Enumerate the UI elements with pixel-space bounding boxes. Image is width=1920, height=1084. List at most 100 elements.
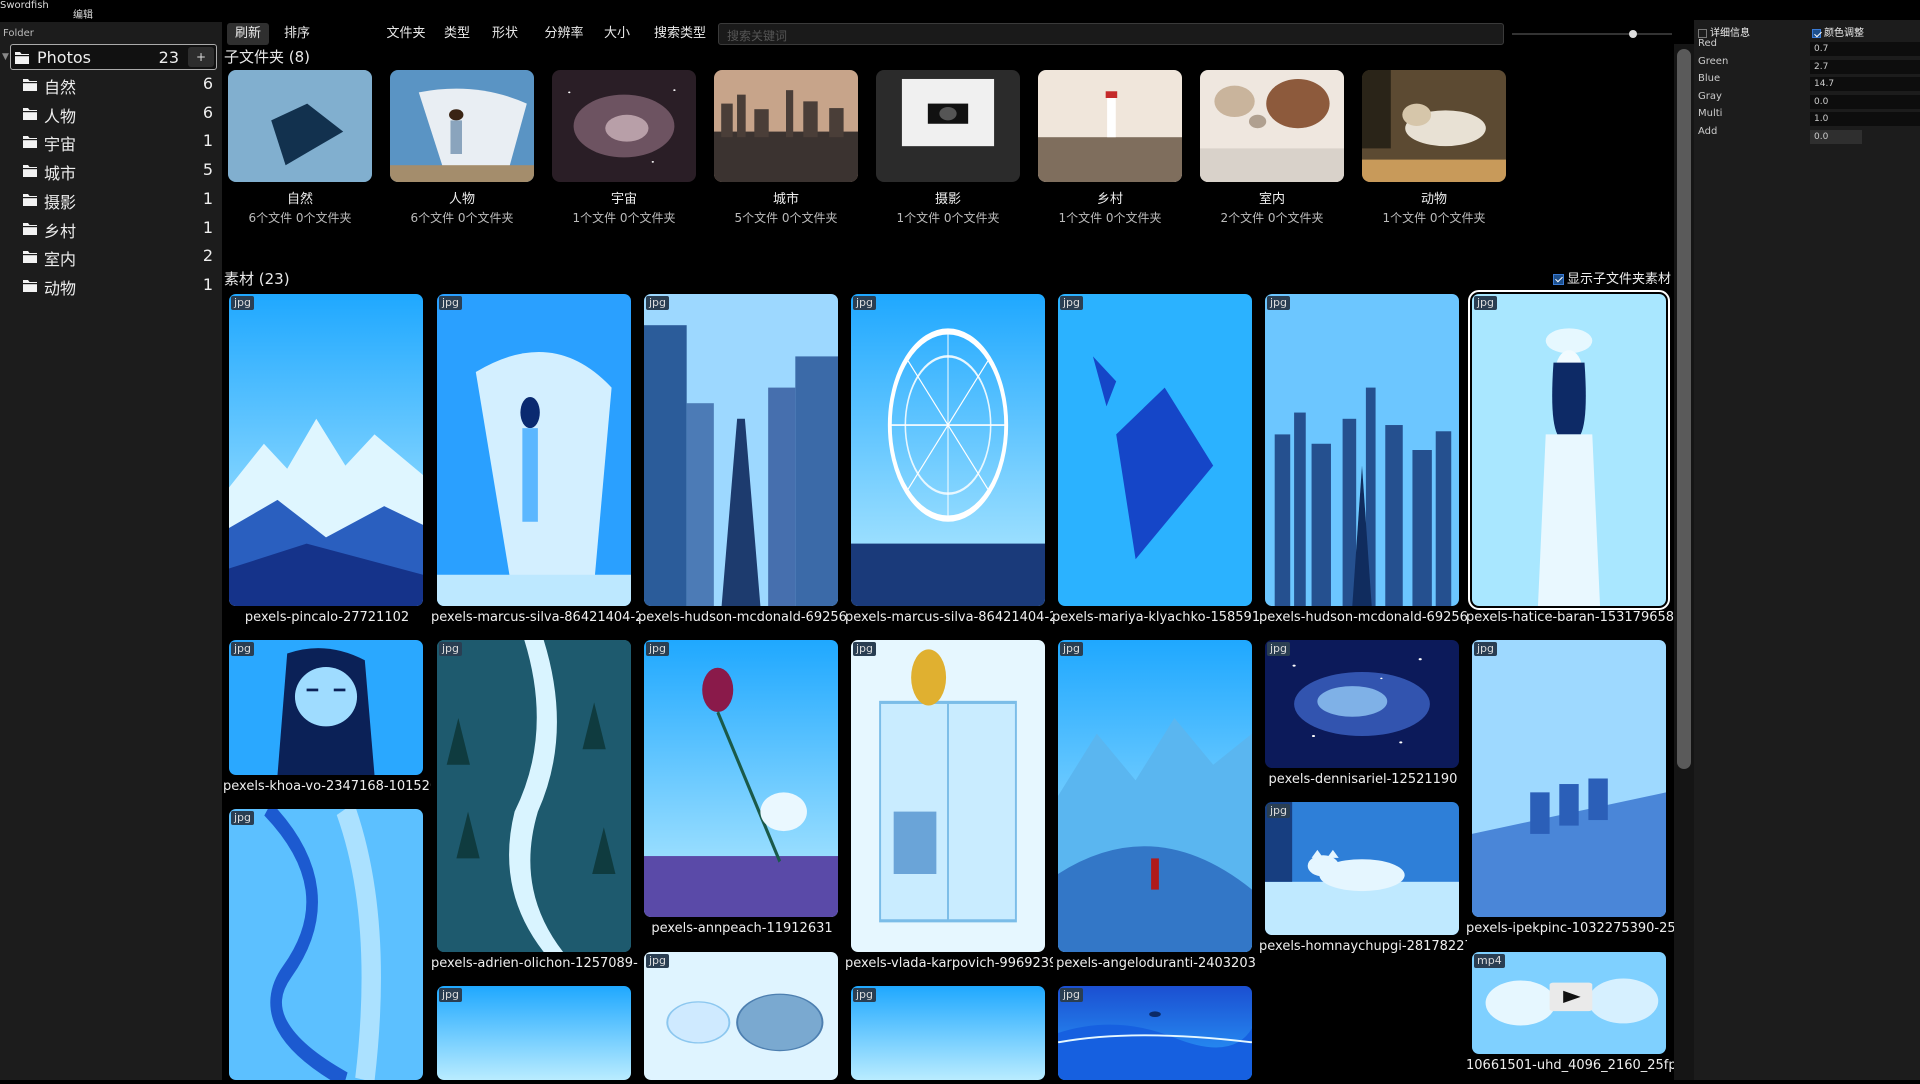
asset-tile[interactable]: jpg pexels-adrien-olichon-1257089-18 [431,640,639,982]
adjust-value-field[interactable]: 14.7 [1810,77,1920,91]
asset-thumbnail[interactable] [851,294,1045,606]
asset-thumbnail[interactable] [851,986,1045,1080]
filter-folder-button[interactable]: 文件夹 [385,23,427,45]
scrollbar-thumb[interactable] [1677,49,1691,769]
asset-thumbnail[interactable] [229,640,423,775]
asset-thumbnail[interactable] [644,294,838,606]
folder-card[interactable]: 室内 2个文件 0个文件夹 [1200,70,1344,226]
folder-card[interactable]: 摄影 1个文件 0个文件夹 [876,70,1020,226]
color-adjust-toggle[interactable]: 颜色调整 [1812,24,1864,39]
asset-tile[interactable]: jpg [437,986,631,1080]
asset-thumbnail[interactable] [1265,802,1459,935]
asset-thumbnail[interactable] [1058,986,1252,1080]
search-input[interactable]: 搜索关键词 [718,23,1504,45]
asset-thumbnail[interactable] [1472,640,1666,917]
tree-item[interactable]: 室内 2 [20,244,218,270]
adjust-value-field[interactable]: 0.0 [1810,94,1920,109]
adjust-value-field[interactable]: 2.7 [1810,59,1920,74]
folder-card[interactable]: 人物 6个文件 0个文件夹 [390,70,534,226]
asset-thumbnail[interactable] [851,640,1045,952]
asset-tile[interactable]: jpg pexels-dennisariel-12521190 [1265,640,1459,798]
asset-caption: 10661501-uhd_4096_2160_25fps [1466,1058,1674,1073]
folder-thumbnail[interactable] [1362,70,1506,182]
tree-item[interactable]: 摄影 1 [20,187,218,213]
asset-tile[interactable]: jpg pexels-marcus-silva-86421404-27 [431,294,639,636]
tree-item[interactable]: 城市 5 [20,158,218,184]
folder-card[interactable]: 动物 1个文件 0个文件夹 [1362,70,1506,226]
folder-thumbnail[interactable] [228,70,372,182]
asset-thumbnail[interactable] [229,294,423,606]
tree-item[interactable]: 宇宙 1 [20,129,218,155]
asset-thumbnail[interactable] [1058,294,1252,606]
asset-tile[interactable]: jpg pexels-mariya-klyachko-15859114 [1052,294,1260,636]
show-subfolder-assets-toggle[interactable]: 显示子文件夹素材 [1553,268,1671,287]
folder-thumbnail[interactable] [390,70,534,182]
folder-card[interactable]: 自然 6个文件 0个文件夹 [228,70,372,226]
adjust-value-field[interactable]: 1.0 [1810,112,1920,126]
thumbnail-size-slider[interactable] [1512,33,1672,35]
asset-thumbnail[interactable] [437,986,631,1080]
folder-card[interactable]: 宇宙 1个文件 0个文件夹 [552,70,696,226]
asset-thumbnail[interactable] [1265,294,1459,606]
folder-icon [23,279,37,292]
asset-tile[interactable]: jpg pexels-ipekpinc-1032275390-256 [1466,640,1674,947]
tree-item[interactable]: 自然 6 [20,72,218,98]
tree-item[interactable]: 乡村 1 [20,216,218,242]
asset-tile[interactable]: jpg pexels-pincalo-27721102 [229,294,423,636]
tree-item[interactable]: 人物 6 [20,101,218,127]
folder-thumbnail[interactable] [1038,70,1182,182]
asset-tile[interactable]: jpg [851,986,1045,1080]
folder-thumbnail[interactable] [714,70,858,182]
asset-thumbnail[interactable] [1058,640,1252,952]
refresh-button[interactable]: 刷新 [227,23,269,45]
folder-thumbnail[interactable] [1200,70,1344,182]
asset-tile[interactable]: jpg pexels-angeloduranti-2403203 [1056,640,1256,982]
asset-tile[interactable]: jpg pexels-hudson-mcdonald-692563 [638,294,846,636]
slider-knob[interactable] [1629,30,1637,38]
tree-root-photos[interactable]: Photos 23 + [10,44,217,70]
adjust-value-field[interactable]: 0.7 [1810,42,1920,56]
filter-size-button[interactable]: 大小 [602,23,632,45]
folder-thumbnail[interactable] [552,70,696,182]
asset-tile[interactable]: jpg [1058,986,1252,1080]
asset-thumbnail[interactable] [229,809,423,1080]
folder-card[interactable]: 乡村 1个文件 0个文件夹 [1038,70,1182,226]
asset-thumbnail[interactable] [644,640,838,917]
color-adjust-label: 颜色调整 [1824,28,1864,39]
details-toggle[interactable]: 详细信息 [1698,24,1750,39]
asset-caption: pexels-angeloduranti-2403203 [1056,956,1256,971]
asset-tile[interactable]: jpg pexels-hudson-mcdonald-692563 [1259,294,1467,636]
asset-tile[interactable]: jpg pexels-marcus-silva-86421404-27 [845,294,1053,636]
adjust-value-field[interactable]: 0.0 [1810,129,1862,144]
asset-thumbnail[interactable] [1265,640,1459,768]
color-adjust-checkbox[interactable] [1812,28,1821,38]
asset-tile[interactable]: jpg pexels-hatice-baran-153179658-1 [1466,290,1674,636]
tree-item-count: 1 [202,188,213,208]
search-type-button[interactable]: 搜索类型 [652,23,708,45]
vertical-scrollbar[interactable] [1674,44,1694,1080]
asset-thumbnail[interactable] [644,952,838,1080]
asset-thumbnail[interactable] [437,640,631,952]
menu-edit[interactable]: 编辑 [73,6,93,21]
filter-type-button[interactable]: 类型 [442,23,472,45]
checkbox-icon[interactable] [1553,274,1564,285]
asset-tile[interactable]: jpg [229,809,423,1080]
asset-tile[interactable]: mp4 10661501-uhd_4096_2160_25fps [1466,952,1674,1084]
filter-resolution-button[interactable]: 分辨率 [543,23,585,45]
asset-tile[interactable]: jpg pexels-homnaychupgi-28178227 [1259,802,1467,965]
folder-card[interactable]: 城市 5个文件 0个文件夹 [714,70,858,226]
details-checkbox[interactable] [1698,28,1707,38]
tree-item[interactable]: 动物 1 [20,273,218,299]
asset-tile[interactable]: jpg pexels-vlada-karpovich-9969239 [845,640,1053,982]
sort-button[interactable]: 排序 [282,23,312,45]
expand-caret-icon[interactable]: ▼ [2,52,9,62]
asset-tile[interactable]: jpg pexels-khoa-vo-2347168-101520 [223,640,431,805]
asset-thumbnail[interactable] [1468,290,1670,610]
file-type-badge: jpg [231,296,255,310]
asset-thumbnail[interactable] [437,294,631,606]
filter-shape-button[interactable]: 形状 [490,23,520,45]
asset-tile[interactable]: jpg pexels-annpeach-11912631 [644,640,838,947]
folder-thumbnail[interactable] [876,70,1020,182]
asset-tile[interactable]: jpg [644,952,838,1080]
add-folder-button[interactable]: + [188,47,214,67]
